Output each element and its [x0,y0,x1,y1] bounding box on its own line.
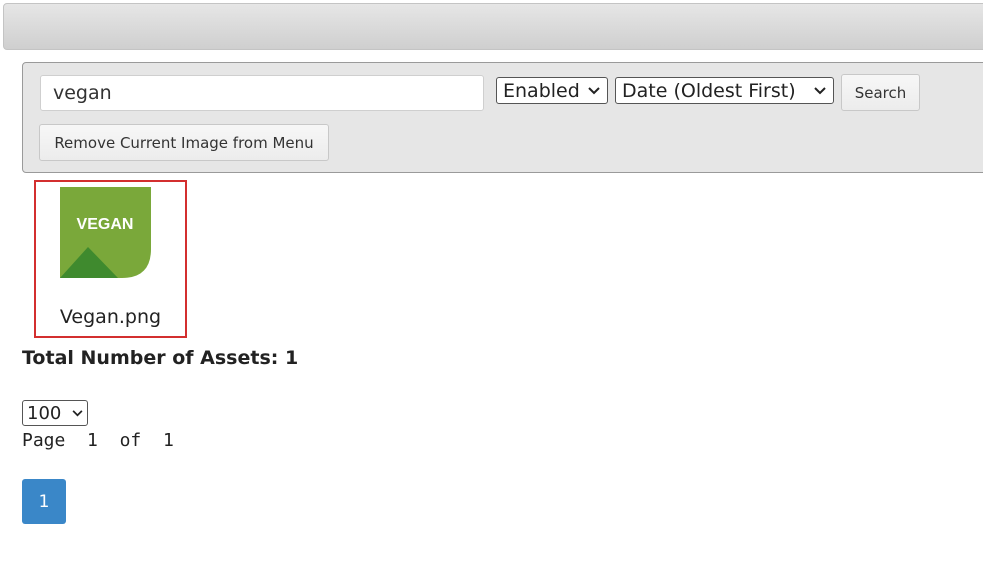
chevron-down-icon [587,84,601,98]
page-size-value: 100 [27,402,62,424]
status-select-value: Enabled [503,79,580,102]
page-info: Page 1 of 1 [22,430,174,451]
search-button[interactable]: Search [841,74,920,111]
remove-image-button[interactable]: Remove Current Image from Menu [39,124,329,161]
pagination-page-button[interactable]: 1 [22,479,66,524]
asset-filename: Vegan.png [59,306,162,328]
page-word: Page [22,430,66,451]
chevron-down-icon [72,409,83,417]
search-input[interactable] [40,75,484,111]
status-select[interactable]: Enabled [496,77,608,104]
of-word: of [119,430,142,451]
current-page: 1 [87,430,98,451]
vegan-thumbnail: VEGAN [60,187,151,278]
thumbnail-label: VEGAN [77,216,134,233]
page-size-select[interactable]: 100 [22,400,88,426]
chevron-down-icon [813,84,827,98]
search-panel: Enabled Date (Oldest First) Search Remov… [22,62,983,173]
top-bar [3,3,983,50]
total-pages: 1 [162,430,174,451]
sort-select[interactable]: Date (Oldest First) [615,77,834,104]
total-assets-label: Total Number of Assets: 1 [22,347,299,369]
asset-tile[interactable]: VEGAN Vegan.png [34,180,187,338]
sort-select-value: Date (Oldest First) [622,79,796,102]
